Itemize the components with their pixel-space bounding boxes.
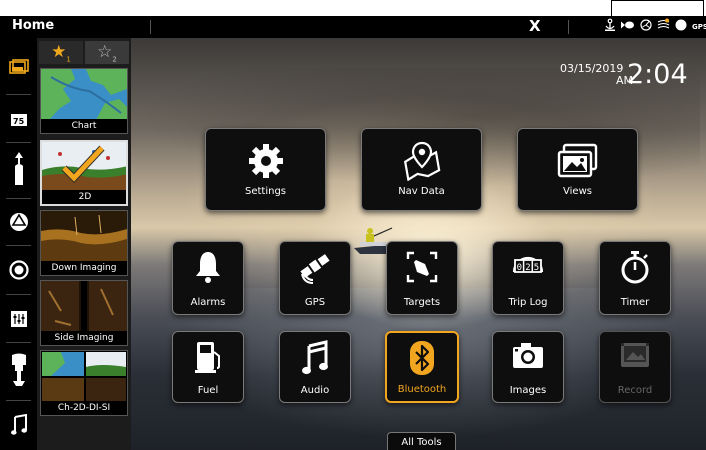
settings-button[interactable]: Settings [205,128,326,211]
record-button[interactable]: Record [599,331,671,403]
gauge-icon[interactable]: 75 [0,95,37,140]
favorites-tab-1[interactable]: ★1 [39,41,83,64]
side-imaging-thumbnail [41,281,127,332]
tile-label: Bluetooth [397,384,447,395]
compass-icon [675,19,687,36]
divider [568,20,569,34]
record-icon [600,340,670,370]
favorite-chart[interactable]: Chart [40,68,128,134]
favorite-combo-view[interactable]: Ch-2D-DI-SI [40,350,128,416]
music-note-icon [280,340,350,376]
tile-label: Images [509,385,547,396]
date: 03/15/2019 [560,62,624,75]
status-callout-bracket [611,0,704,16]
tile-label: Record [617,385,653,396]
tile-label: Audio [300,385,330,396]
sonar-icon[interactable] [0,247,37,292]
favorite-label: 2D [42,190,126,204]
alarms-button[interactable]: Alarms [172,241,244,315]
favorite-label: Ch-2D-DI-SI [41,401,127,415]
status-icons[interactable]: GPS [604,18,706,36]
divider [150,20,151,34]
vessel-icon[interactable] [0,143,37,195]
left-nav: 75 [0,38,38,450]
nav-divider [6,245,31,246]
home-icon[interactable] [0,45,37,90]
views-icon [518,141,637,181]
motor-icon[interactable] [0,344,37,396]
fuel-button[interactable]: Fuel [172,331,244,403]
timer-button[interactable]: Timer [599,241,671,315]
satellite-icon [280,250,350,284]
svg-text:5: 5 [534,263,539,273]
tile-label: Views [563,186,592,197]
tile-label: Nav Data [398,186,445,197]
target-boat-icon [387,250,457,284]
map-pin-icon [362,141,481,181]
all-tools-button[interactable]: All Tools [387,432,456,450]
tile-label: Timer [620,297,650,308]
sonar-2d-thumbnail [42,142,126,193]
home-screen: Home X GPS 03/15/2019 AM 2:04 75 ★1 ☆2 C… [0,0,706,450]
tile-label: Fuel [197,385,219,396]
stopwatch-icon [600,250,670,284]
camera-icon [493,340,563,370]
tile-label: Targets [403,297,441,308]
fuel-pump-icon [173,340,243,374]
page-title: Home [12,18,55,33]
tile-label: GPS [304,297,326,308]
trip-log-button[interactable]: 025 Trip Log [492,241,564,315]
favorites-panel: ★1 ☆2 Chart 2D Down Imaging Side Imaging… [37,38,131,450]
brand-logo: X [529,17,541,35]
svg-text:0: 0 [517,263,522,273]
top-status-bar: Home X GPS [0,16,706,38]
targets-button[interactable]: Targets [386,241,458,315]
tile-label: Trip Log [508,297,548,308]
favorites-tab-2[interactable]: ☆2 [85,41,129,64]
controls-icon[interactable] [0,296,37,341]
views-button[interactable]: Views [517,128,638,211]
gps-status: GPS [692,23,706,31]
favorite-2d[interactable]: 2D [40,140,128,206]
favorite-label: Chart [41,119,127,133]
nav-data-button[interactable]: Nav Data [361,128,482,211]
odometer-icon: 025 [493,250,563,280]
favorite-label: Side Imaging [41,331,127,345]
settings-gear-icon [206,141,325,181]
favorites-tabs: ★1 ☆2 [37,38,131,64]
fish-icon [621,20,635,35]
chart-update-icon [657,18,670,36]
tile-label: Settings [244,186,286,197]
images-button[interactable]: Images [492,331,564,403]
radar-icon [640,18,652,36]
favorite-label: Down Imaging [41,261,127,275]
radar-icon[interactable] [0,199,37,244]
time: 2:04 [627,59,688,90]
gps-button[interactable]: GPS [279,241,351,315]
combo-view-thumbnail [41,351,127,402]
bell-icon [173,250,243,284]
svg-text:2: 2 [525,263,530,273]
nav-divider [6,294,31,295]
favorite-down-imaging[interactable]: Down Imaging [40,210,128,276]
anchor-icon [604,18,616,36]
tile-label: Alarms [190,297,226,308]
bluetooth-button[interactable]: Bluetooth [385,331,459,403]
bluetooth-icon [387,341,457,375]
audio-button[interactable]: Audio [279,331,351,403]
favorite-side-imaging[interactable]: Side Imaging [40,280,128,346]
nav-divider [6,342,31,343]
svg-text:75: 75 [13,117,25,126]
down-imaging-thumbnail [41,211,127,262]
nav-divider [6,400,31,401]
music-icon[interactable] [0,402,37,447]
chart-thumbnail [41,69,127,120]
